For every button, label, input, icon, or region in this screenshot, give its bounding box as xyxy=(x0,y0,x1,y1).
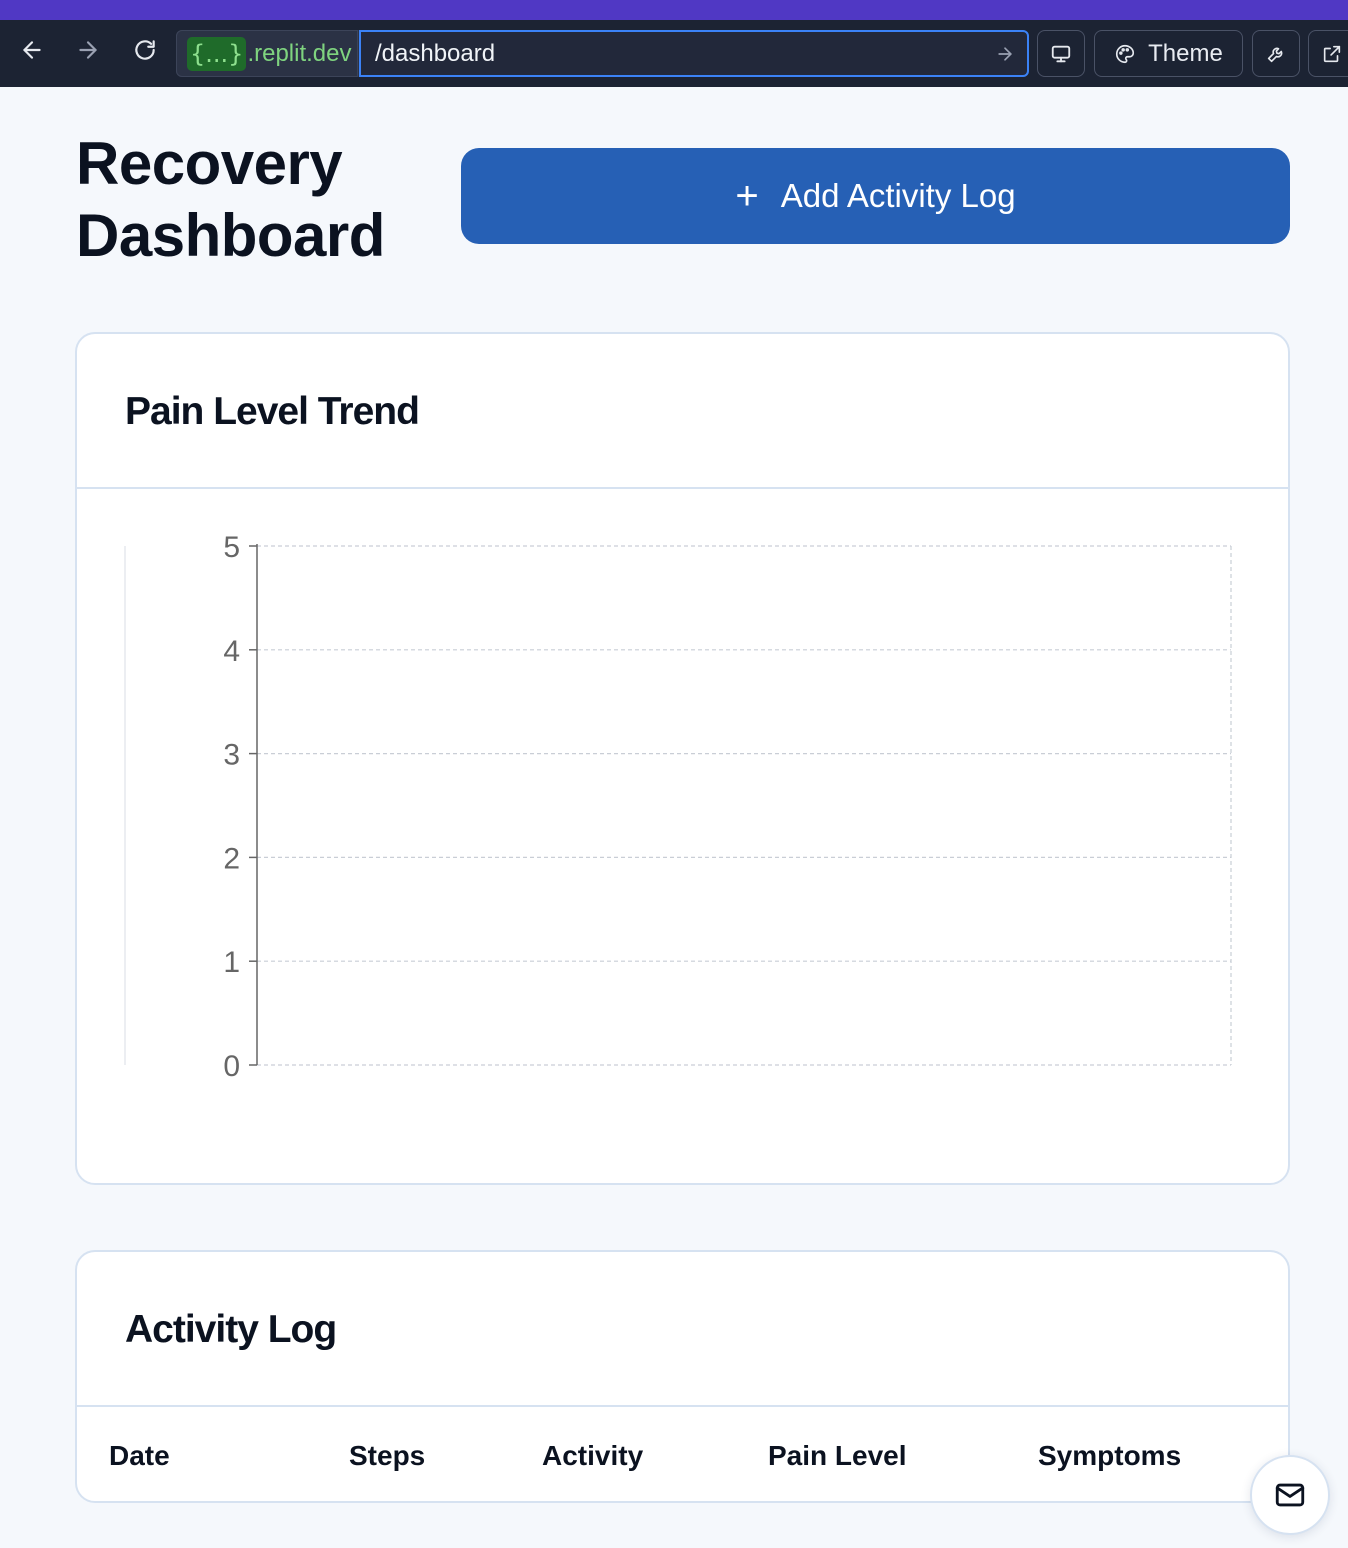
browser-toolbar: {...} .replit.dev /dashboard Theme xyxy=(0,20,1348,87)
column-header-pain-level[interactable]: Pain Level xyxy=(768,1440,907,1472)
plus-icon: + xyxy=(735,174,759,218)
page-title-line2: Dashboard xyxy=(76,202,385,269)
column-header-activity[interactable]: Activity xyxy=(542,1440,643,1472)
arrow-left-icon xyxy=(23,41,41,59)
mail-icon xyxy=(1275,1483,1305,1507)
y-tick-label: 0 xyxy=(223,1050,240,1083)
y-tick-label: 2 xyxy=(223,842,240,875)
activity-log-title: Activity Log xyxy=(125,1308,337,1351)
pain-trend-chart: 0 1 2 3 4 5 xyxy=(124,531,1232,1083)
reload-button[interactable] xyxy=(129,34,161,66)
reload-icon xyxy=(135,40,155,60)
external-link-icon xyxy=(1323,45,1341,62)
back-button[interactable] xyxy=(16,34,48,66)
monitor-icon xyxy=(1051,45,1071,62)
forward-button[interactable] xyxy=(72,34,104,66)
domain-text: .replit.dev xyxy=(247,39,352,67)
y-tick-label: 4 xyxy=(223,635,240,668)
url-path-text: /dashboard xyxy=(375,39,496,67)
add-activity-log-button[interactable]: + Add Activity Log xyxy=(461,148,1290,244)
devtools-button[interactable] xyxy=(1252,30,1300,77)
column-header-date[interactable]: Date xyxy=(109,1440,170,1472)
y-tick-label: 3 xyxy=(223,739,240,772)
window-accent-strip xyxy=(0,0,1348,20)
go-arrow-icon[interactable] xyxy=(995,44,1015,64)
pain-trend-card: Pain Level Trend 012345 xyxy=(75,332,1290,1185)
arrow-right-icon xyxy=(79,41,97,59)
column-header-steps[interactable]: Steps xyxy=(349,1440,425,1472)
card-divider xyxy=(77,1405,1288,1407)
palette-icon xyxy=(1116,44,1135,63)
page-title-line1: Recovery xyxy=(76,130,343,197)
feedback-mail-button[interactable] xyxy=(1250,1455,1330,1535)
open-external-button[interactable] xyxy=(1308,30,1348,77)
theme-button[interactable]: Theme xyxy=(1094,30,1243,77)
url-path-input[interactable]: /dashboard xyxy=(359,30,1029,77)
theme-label: Theme xyxy=(1148,39,1223,67)
device-preview-button[interactable] xyxy=(1037,30,1085,77)
page-title: Recovery Dashboard xyxy=(76,128,385,272)
domain-chip: {...} xyxy=(187,36,247,71)
y-tick-label: 1 xyxy=(223,946,240,979)
address-bar[interactable]: {...} .replit.dev /dashboard xyxy=(176,30,1029,77)
column-header-symptoms[interactable]: Symptoms xyxy=(1038,1440,1181,1472)
y-tick-label: 5 xyxy=(223,531,240,564)
domain-segment[interactable]: {...} .replit.dev xyxy=(176,30,358,77)
wrench-icon xyxy=(1267,47,1283,62)
activity-log-card: Activity Log Date Steps Activity Pain Le… xyxy=(75,1250,1290,1503)
add-activity-log-label: Add Activity Log xyxy=(780,177,1016,214)
